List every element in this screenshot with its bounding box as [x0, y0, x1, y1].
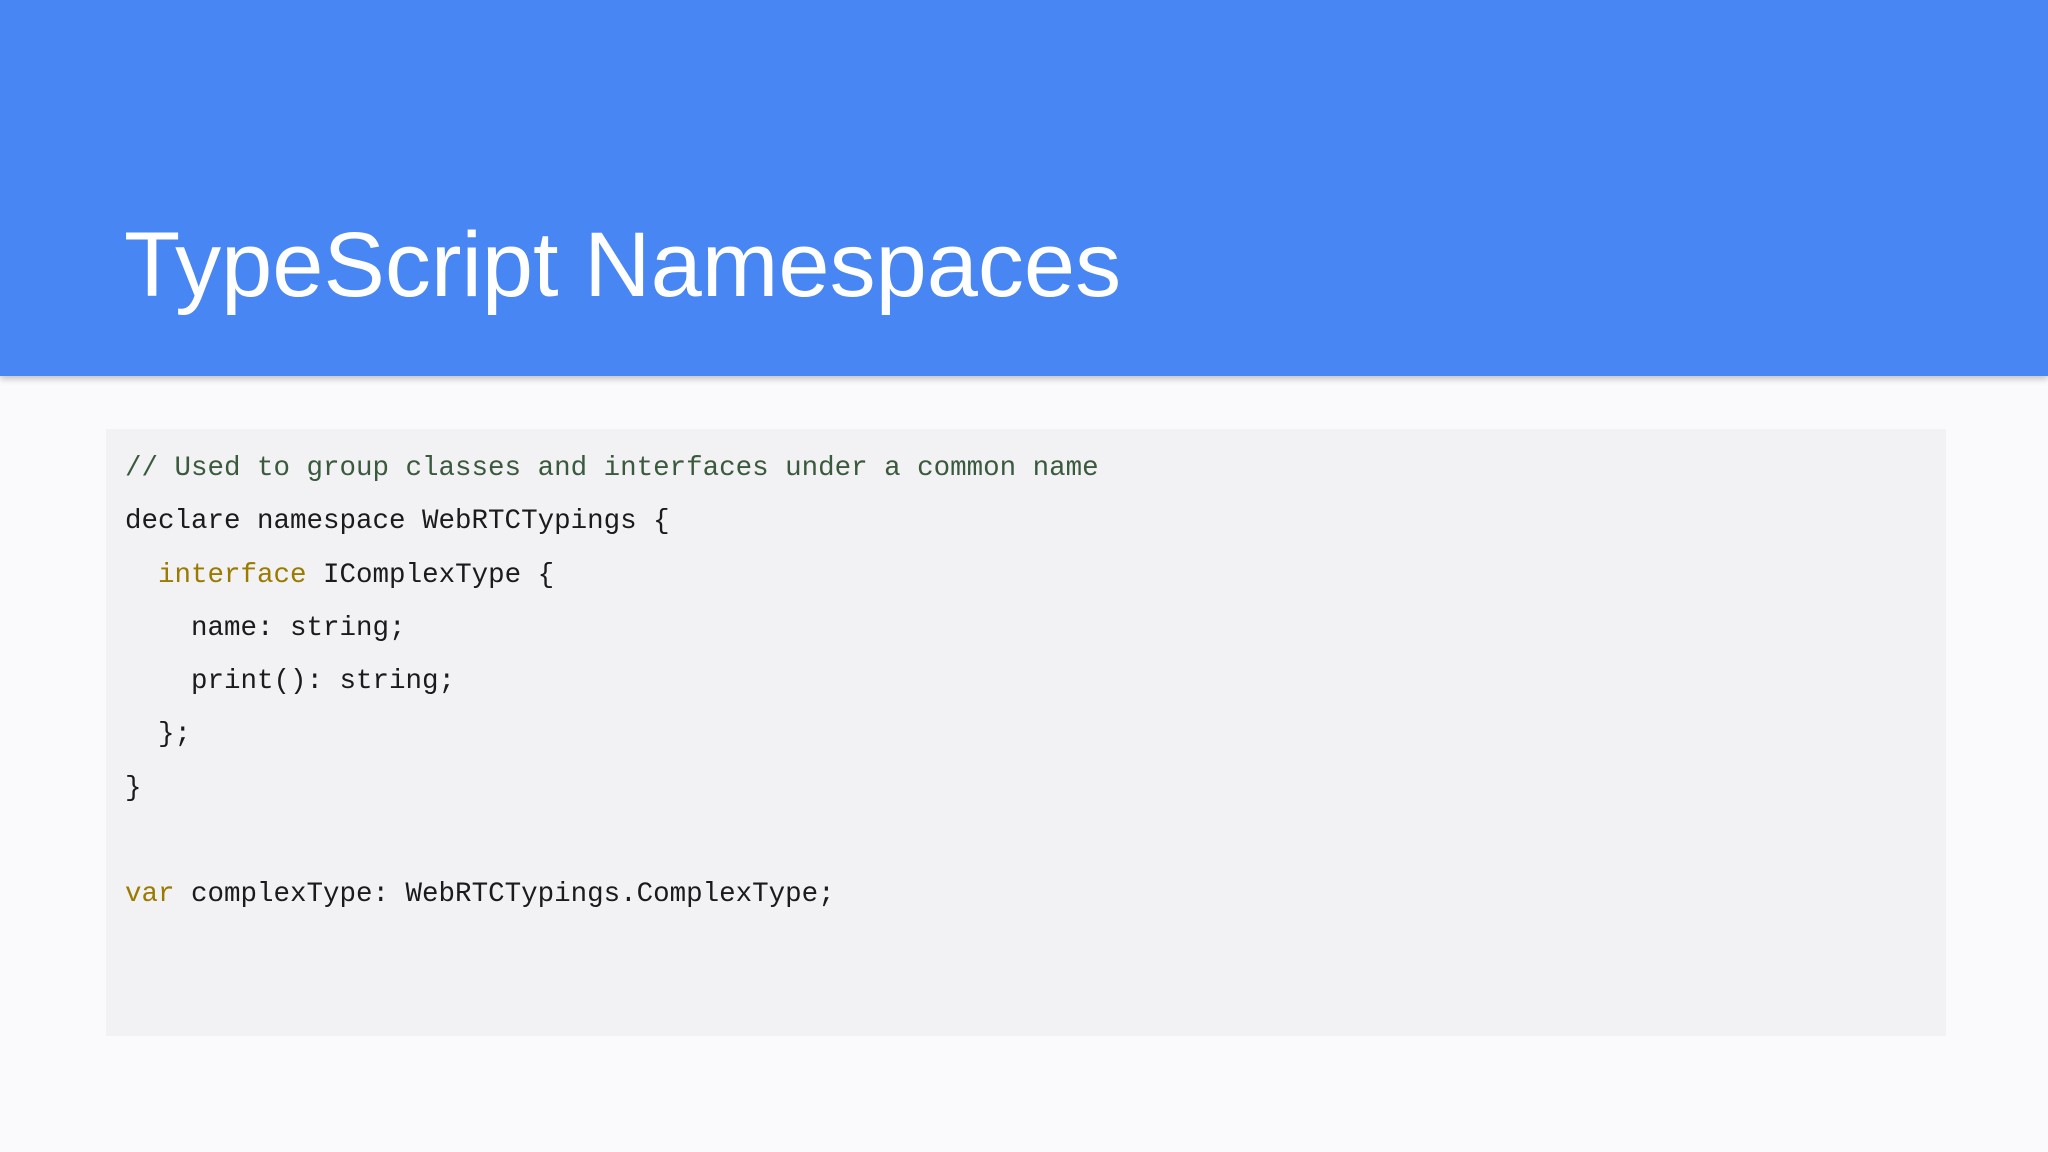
code-lines: // Used to group classes and interfaces …	[125, 442, 1099, 922]
code-line: };	[125, 708, 1099, 761]
code-token-comment: // Used to group classes and interfaces …	[125, 453, 1099, 484]
code-token-plain: complexType: WebRTCTypings.ComplexType;	[174, 879, 835, 911]
code-line: print(): string;	[125, 655, 1099, 708]
code-token-plain: name: string;	[125, 612, 406, 644]
code-token-plain: IComplexType {	[306, 559, 555, 591]
code-line: name: string;	[125, 602, 1099, 655]
code-line: // Used to group classes and interfaces …	[125, 442, 1099, 495]
code-token-keyword: var	[125, 879, 175, 911]
code-block: // Used to group classes and interfaces …	[106, 429, 1946, 1036]
slide-header: TypeScript Namespaces	[0, 0, 2048, 376]
code-token-plain: print(): string;	[125, 666, 456, 698]
code-line: }	[125, 762, 1099, 815]
slide-title: TypeScript Namespaces	[124, 214, 1122, 316]
code-token-keyword: interface	[158, 559, 307, 591]
code-token-plain: };	[125, 719, 192, 751]
code-token-plain: }	[125, 772, 142, 804]
code-line: declare namespace WebRTCTypings {	[125, 495, 1099, 548]
code-line: var complexType: WebRTCTypings.ComplexTy…	[125, 868, 1099, 921]
code-line: interface IComplexType {	[125, 549, 1099, 602]
code-token-plain: declare namespace WebRTCTypings {	[125, 506, 670, 538]
